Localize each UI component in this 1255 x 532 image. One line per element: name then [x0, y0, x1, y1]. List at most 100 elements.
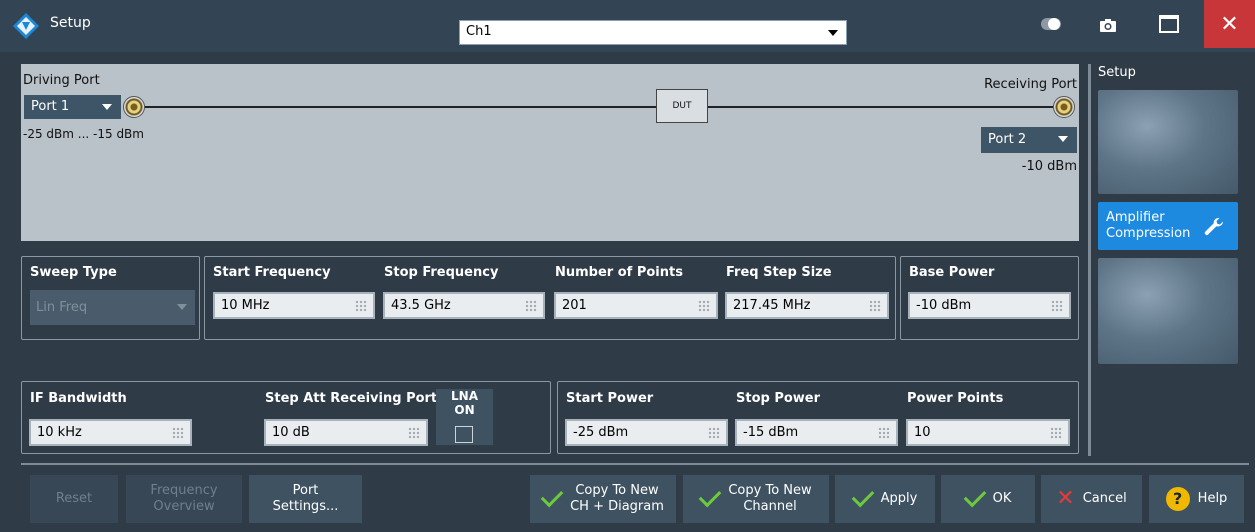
stop-power-input[interactable]: -15 dBm [735, 419, 898, 446]
receiving-port-select[interactable]: Port 2 [981, 127, 1077, 153]
if-bandwidth-value: 10 kHz [37, 425, 82, 440]
rohde-schwarz-logo-icon [13, 13, 39, 39]
apply-button[interactable]: Apply [835, 475, 935, 523]
setup-tile-1[interactable] [1098, 90, 1238, 194]
keypad-icon[interactable] [525, 300, 537, 312]
camera-icon[interactable] [1099, 17, 1117, 33]
stop-frequency-label: Stop Frequency [384, 265, 499, 280]
help-label: Help [1197, 491, 1228, 506]
number-of-points-label: Number of Points [555, 265, 683, 280]
sweep-type-select[interactable]: Lin Freq [30, 290, 195, 325]
driving-port-label: Driving Port [23, 73, 100, 88]
reset-label: Reset [55, 491, 93, 506]
keypad-icon[interactable] [878, 427, 890, 439]
help-icon: ? [1165, 487, 1190, 511]
keypad-icon[interactable] [355, 300, 367, 312]
stop-frequency-input[interactable]: 43.5 GHz [383, 292, 545, 319]
chevron-down-icon [828, 30, 838, 36]
frequency-overview-label-1: Frequency [150, 483, 218, 498]
toggle-icon[interactable] [1041, 17, 1061, 31]
ok-button[interactable]: OK [941, 475, 1035, 523]
check-icon [963, 484, 986, 508]
base-power-value: -10 dBm [916, 298, 972, 313]
start-power-value: -25 dBm [573, 425, 629, 440]
check-icon [540, 484, 564, 508]
lna-state: ON [454, 403, 475, 417]
if-bandwidth-input[interactable]: 10 kHz [29, 419, 192, 446]
frequency-overview-label-2: Overview [153, 499, 215, 514]
keypad-icon[interactable] [708, 427, 720, 439]
stop-power-value: -15 dBm [743, 425, 799, 440]
cancel-label: Cancel [1082, 491, 1127, 506]
copy-ch-diagram-label-2: CH + Diagram [570, 499, 664, 514]
maximize-icon[interactable] [1159, 15, 1179, 33]
check-icon [851, 484, 874, 508]
port-diagram: Driving Port Port 1 DUT Receiving Port -… [21, 64, 1079, 241]
receiving-port-connector-icon [1053, 96, 1075, 118]
signal-line-left [145, 106, 656, 108]
receiving-port-select-value: Port 2 [988, 132, 1027, 147]
right-panel-title: Setup [1098, 65, 1136, 80]
start-power-input[interactable]: -25 dBm [565, 419, 728, 446]
keypad-icon[interactable] [408, 427, 420, 439]
copy-channel-label-1: Copy To New [728, 483, 812, 498]
lna-label: LNA [451, 389, 478, 403]
window-title: Setup [50, 15, 91, 31]
lna-checkbox[interactable] [455, 426, 473, 443]
power-points-label: Power Points [907, 391, 1004, 406]
power-points-value: 10 [914, 425, 931, 440]
keypad-icon[interactable] [172, 427, 184, 439]
power-points-input[interactable]: 10 [906, 419, 1070, 446]
receiving-port-label: Receiving Port [984, 77, 1077, 92]
chevron-down-icon [177, 304, 187, 310]
driving-port-select-value: Port 1 [31, 99, 70, 114]
keypad-icon[interactable] [1050, 427, 1062, 439]
base-power-label: Base Power [909, 265, 995, 280]
step-att-receiving-port-input[interactable]: 10 dB [264, 419, 428, 446]
right-panel-separator [1088, 64, 1091, 456]
copy-to-new-channel-button[interactable]: Copy To New Channel [683, 475, 829, 523]
channel-select[interactable]: Ch1 [459, 20, 847, 45]
chevron-down-icon [102, 104, 112, 110]
step-att-value: 10 dB [272, 425, 310, 440]
driving-port-connector-icon [123, 96, 145, 118]
if-bandwidth-label: IF Bandwidth [30, 391, 127, 406]
number-of-points-input[interactable]: 201 [554, 292, 718, 319]
copy-channel-label-2: Channel [743, 499, 797, 514]
stop-frequency-value: 43.5 GHz [391, 298, 451, 313]
cancel-button[interactable]: ✕ Cancel [1041, 475, 1142, 523]
chevron-down-icon [1058, 136, 1068, 142]
driving-port-select[interactable]: Port 1 [24, 95, 121, 119]
start-frequency-input[interactable]: 10 MHz [213, 292, 375, 319]
receiving-power: -10 dBm [1021, 159, 1077, 174]
close-icon: ✕ [1220, 11, 1239, 37]
copy-ch-diagram-label-1: Copy To New [575, 483, 659, 498]
keypad-icon[interactable] [869, 300, 881, 312]
setup-tile-3[interactable] [1098, 258, 1238, 364]
sweep-type-value: Lin Freq [36, 300, 88, 315]
number-of-points-value: 201 [562, 298, 587, 313]
keypad-icon[interactable] [1051, 300, 1063, 312]
reset-button[interactable]: Reset [30, 475, 118, 523]
wrench-icon [1204, 217, 1223, 235]
port-settings-label-2: Settings... [272, 499, 339, 514]
keypad-icon[interactable] [698, 300, 710, 312]
close-button[interactable]: ✕ [1204, 0, 1255, 48]
signal-line-right [708, 106, 1053, 108]
port-settings-button[interactable]: Port Settings... [249, 475, 362, 523]
bottom-separator [21, 463, 1249, 465]
amplifier-compression-tile[interactable]: Amplifier Compression [1098, 202, 1238, 250]
copy-to-new-ch-diagram-button[interactable]: Copy To New CH + Diagram [530, 475, 676, 523]
base-power-input[interactable]: -10 dBm [908, 292, 1071, 319]
apply-label: Apply [880, 491, 918, 506]
help-button[interactable]: ? Help [1149, 475, 1244, 523]
lna-toggle[interactable]: LNA ON [436, 389, 493, 445]
title-bar: Setup Ch1 ✕ [0, 0, 1255, 52]
stop-power-label: Stop Power [736, 391, 821, 406]
freq-step-size-input[interactable]: 217.45 MHz [725, 292, 889, 319]
driving-power-range: -25 dBm ... -15 dBm [23, 127, 144, 141]
ok-label: OK [992, 491, 1012, 506]
dut-block: DUT [656, 89, 708, 123]
frequency-overview-button[interactable]: Frequency Overview [126, 475, 242, 523]
start-frequency-label: Start Frequency [213, 265, 331, 280]
